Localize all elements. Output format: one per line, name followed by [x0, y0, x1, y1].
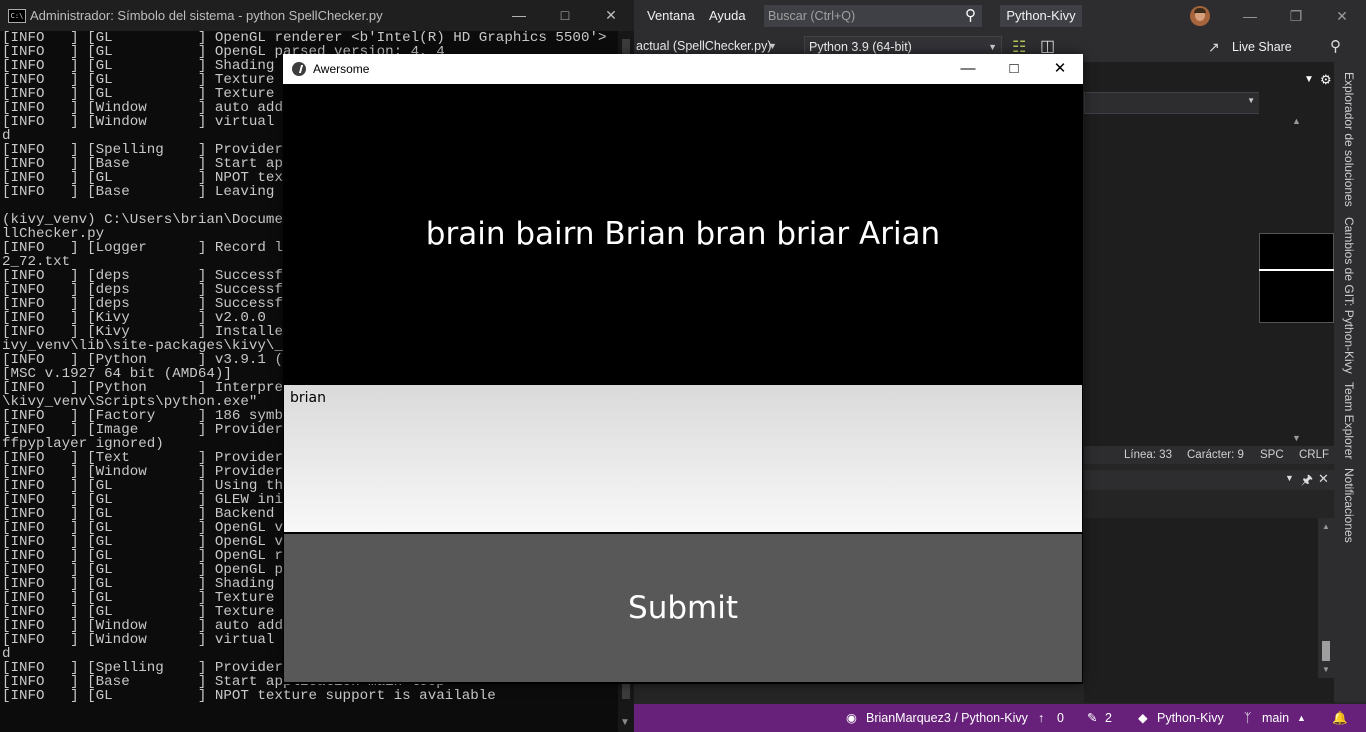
word-input[interactable]: brian — [284, 385, 1082, 532]
vs-search-placeholder: Buscar (Ctrl+Q) — [768, 9, 856, 23]
scroll-down-icon[interactable]: ▼ — [1322, 665, 1330, 674]
pin-icon[interactable]: 🖈 — [1301, 471, 1313, 493]
menu-ayuda[interactable]: Ayuda — [709, 8, 746, 23]
chevron-down-icon[interactable]: ▼ — [1304, 74, 1314, 85]
unpushed-count[interactable]: 0 — [1057, 704, 1064, 732]
solution-name-badge[interactable]: Python-Kivy — [1000, 5, 1082, 27]
side-tab-3[interactable]: Notificaciones — [1342, 468, 1356, 543]
vs-restore-button[interactable]: ❐ — [1274, 0, 1318, 32]
line-number[interactable]: Línea: 33 — [1124, 446, 1172, 464]
kivy-logo-icon — [292, 62, 306, 76]
feedback-icon[interactable]: ⚲ — [1330, 37, 1341, 55]
maximize-button[interactable]: □ — [542, 0, 588, 31]
vs-menubar: Ventana Ayuda Buscar (Ctrl+Q) ⚲ Python-K… — [634, 0, 1366, 32]
output-scroll-thumb[interactable] — [1322, 641, 1330, 661]
kivy-close-button[interactable]: ✕ — [1037, 54, 1083, 84]
kivy-titlebar[interactable]: Awersome — □ ✕ — [283, 54, 1083, 84]
close-icon[interactable]: ✕ — [1318, 471, 1329, 487]
minimap-caret-line — [1259, 269, 1334, 271]
output-panel[interactable] — [1084, 518, 1334, 703]
output-scrollbar[interactable]: ▲ ▼ — [1318, 518, 1334, 678]
console-title: Administrador: Símbolo del sistema - pyt… — [30, 8, 383, 23]
vs-status-bar: ◉ BrianMarquez3 / Python-Kivy ↑ 0 ✎ 2 ◆ … — [634, 704, 1366, 732]
output-panel-header: ▼ 🖈 ✕ — [1084, 470, 1334, 490]
repo-icon: ◆ — [1138, 711, 1148, 725]
side-tab-2[interactable]: Team Explorer — [1342, 382, 1356, 459]
editor-status-line: Línea: 33 Carácter: 9 SPC CRLF — [1084, 446, 1334, 464]
layout-icon[interactable]: ◫ — [1040, 36, 1055, 56]
scroll-up-icon[interactable]: ▲ — [1322, 522, 1330, 531]
submit-button[interactable]: Submit — [284, 534, 1082, 682]
branch-icon: ᛉ — [1244, 711, 1252, 725]
side-tab-0[interactable]: Explorador de soluciones — [1342, 72, 1356, 207]
indent-mode[interactable]: SPC — [1260, 446, 1284, 464]
code-minimap[interactable] — [1259, 92, 1334, 442]
console-line: [INFO ] [GL ] OpenGL renderer <b'Intel(R… — [2, 31, 607, 46]
bell-icon[interactable]: 🔔 — [1332, 704, 1348, 732]
chevron-down-icon: ▼ — [1247, 96, 1255, 105]
github-icon: ◉ — [846, 711, 857, 725]
line-ending[interactable]: CRLF — [1299, 446, 1329, 464]
console-titlebar[interactable]: C:\ Administrador: Símbolo del sistema -… — [0, 0, 634, 31]
scroll-down-icon[interactable]: ▼ — [620, 717, 630, 728]
char-number[interactable]: Carácter: 9 — [1187, 446, 1244, 464]
project-name[interactable]: Python-Kivy — [1157, 704, 1224, 732]
repo-name[interactable]: BrianMarquez3 / Python-Kivy — [866, 704, 1028, 732]
kivy-maximize-button[interactable]: □ — [991, 54, 1037, 84]
kivy-minimize-button[interactable]: — — [945, 54, 991, 84]
menu-ventana[interactable]: Ventana — [647, 8, 695, 23]
close-button[interactable]: ✕ — [588, 0, 634, 31]
editor-navigation-dropdown[interactable]: ▼ — [1084, 92, 1260, 114]
changes-count[interactable]: 2 — [1105, 704, 1112, 732]
search-icon: ⚲ — [965, 7, 976, 24]
chevron-down-icon[interactable]: ▼ — [1285, 473, 1294, 483]
scroll-down-icon[interactable]: ▼ — [1292, 433, 1301, 443]
console-line: [INFO ] [GL ] NPOT texture support is av… — [2, 688, 496, 704]
pencil-icon: ✎ — [1087, 711, 1098, 725]
minimize-button[interactable]: — — [496, 0, 542, 31]
vs-minimize-button[interactable]: — — [1228, 0, 1272, 32]
vs-search-input[interactable]: Buscar (Ctrl+Q) ⚲ — [764, 5, 982, 27]
vs-close-button[interactable]: ✕ — [1320, 0, 1364, 32]
kivy-window-title: Awersome — [313, 62, 370, 76]
share-icon[interactable]: ↗ — [1208, 39, 1220, 56]
arrow-up-icon: ↑ — [1038, 711, 1045, 725]
startup-file-dropdown[interactable]: actual (SpellChecker.py) — [636, 39, 771, 53]
live-share-button[interactable]: Live Share — [1232, 40, 1292, 54]
kivy-app-window[interactable]: Awersome — □ ✕ brain bairn Brian bran br… — [283, 54, 1083, 684]
chevron-up-icon[interactable]: ▲ — [1297, 704, 1306, 732]
vs-right-tabs: Explorador de soluciones Cambios de GIT: … — [1334, 62, 1366, 702]
python-env-label: Python 3.9 (64-bit) — [809, 40, 912, 54]
gear-icon[interactable]: ⚙ — [1320, 72, 1332, 88]
avatar[interactable] — [1190, 6, 1210, 26]
suggestions-label: brain bairn Brian bran briar Arian — [283, 84, 1083, 385]
scroll-up-icon[interactable]: ▲ — [1292, 116, 1301, 126]
chevron-down-icon[interactable]: ▼ — [768, 41, 777, 51]
branch-name[interactable]: main — [1262, 704, 1289, 732]
side-tab-1[interactable]: Cambios de GIT: Python-Kivy — [1342, 217, 1356, 374]
cmd-icon: C:\ — [8, 9, 26, 23]
minimap-viewport[interactable] — [1259, 233, 1334, 323]
avatar-hair — [1194, 8, 1206, 13]
